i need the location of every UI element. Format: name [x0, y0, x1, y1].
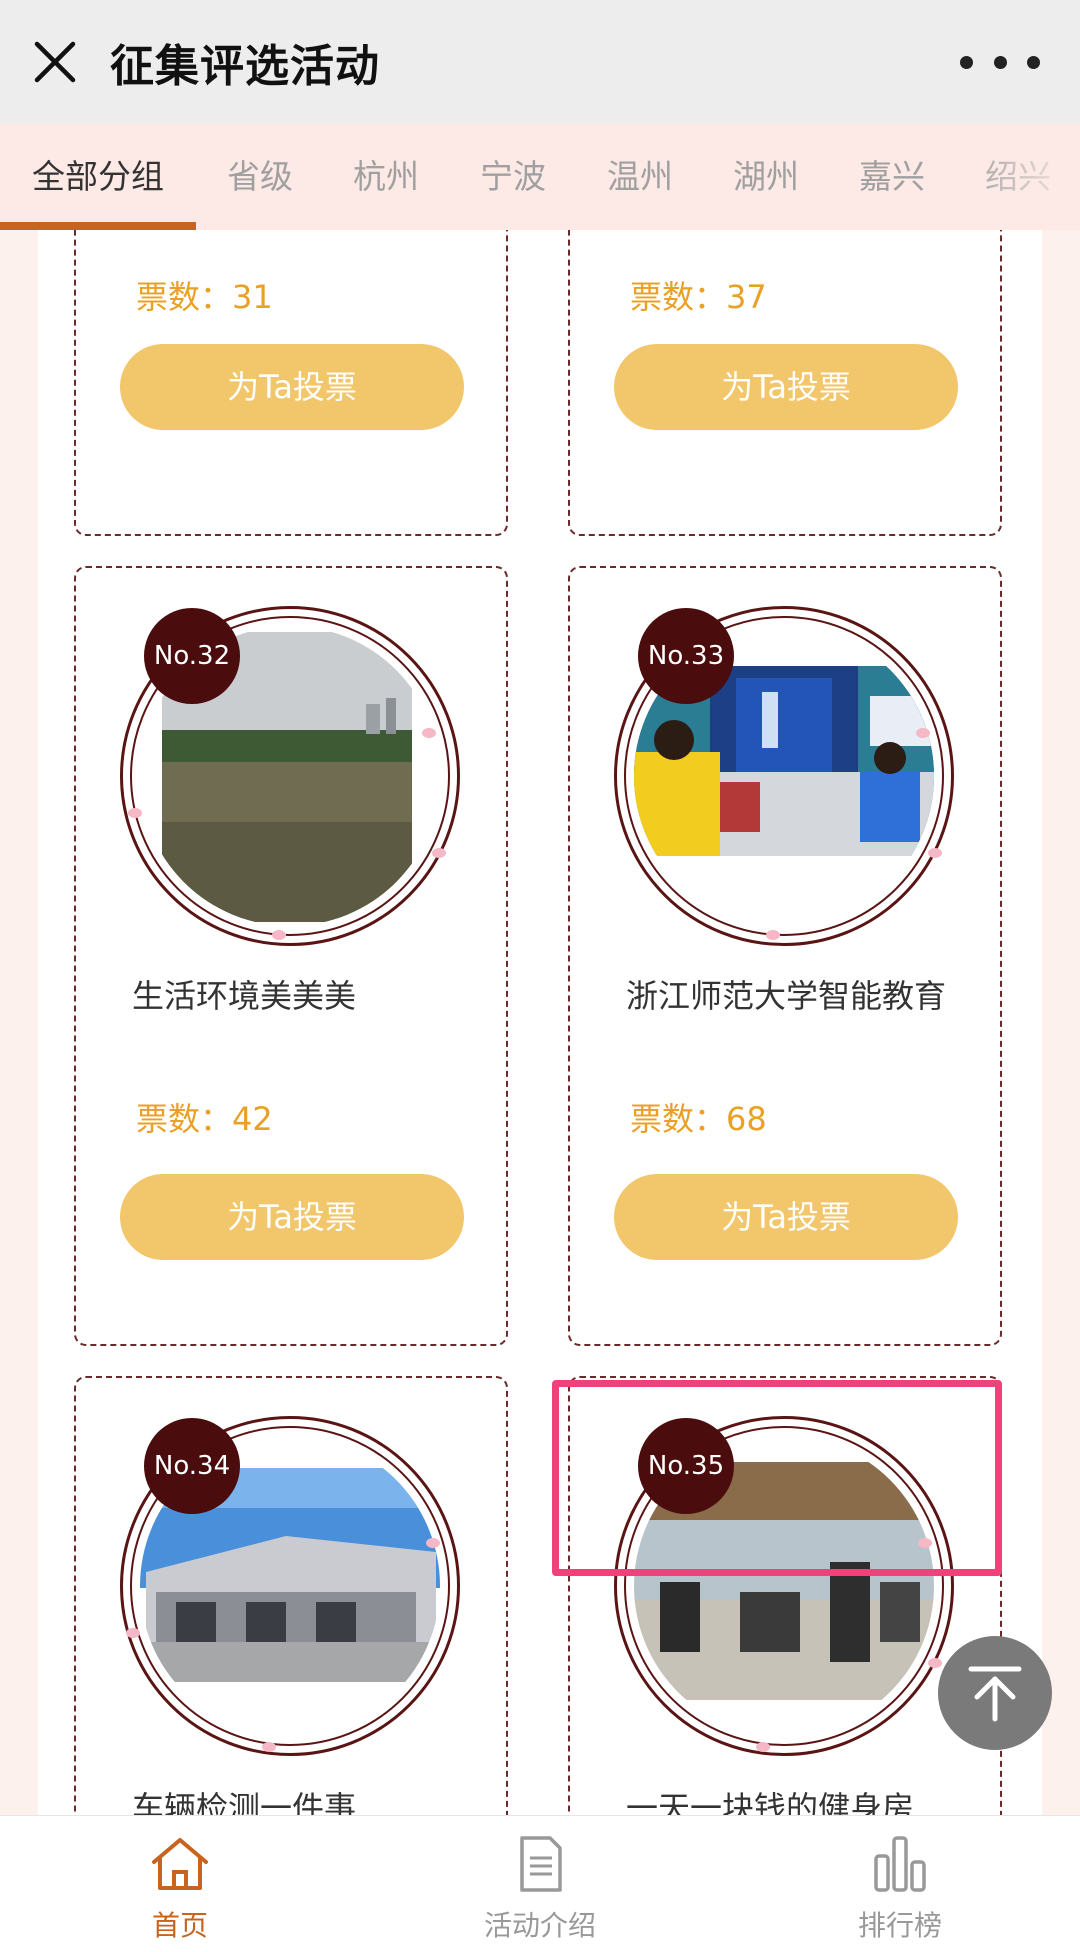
- entry-number-badge: No.35: [638, 1418, 734, 1514]
- entry-photo-frame[interactable]: No.34: [120, 1416, 460, 1756]
- arrow-up-icon: [968, 1666, 1022, 1722]
- entry-name: 浙江师范大学智能教育: [626, 977, 947, 1015]
- entry-card: 票数：37 为Ta投票: [568, 230, 1002, 536]
- entry-card: No.32 生活环境美美美 票数：42 为Ta投票: [74, 566, 508, 1346]
- nav-home[interactable]: 首页: [80, 1816, 280, 1952]
- entry-photo-frame[interactable]: No.32: [120, 606, 460, 946]
- petal-decoration: [918, 1538, 932, 1548]
- petal-decoration: [272, 930, 286, 940]
- tabs-fade: [960, 124, 1080, 230]
- entry-card: No.34 车辆检测一件事: [74, 1376, 508, 1815]
- entry-list[interactable]: 票数：31 为Ta投票 票数：37 为Ta投票 No.32 生活环境美美美 票数…: [0, 230, 1080, 1815]
- page-title: 征集评选活动: [110, 41, 380, 92]
- home-icon: [152, 1838, 208, 1890]
- entry-panel: 票数：31 为Ta投票 票数：37 为Ta投票 No.32 生活环境美美美 票数…: [38, 230, 1042, 1815]
- entry-photo-frame[interactable]: No.33: [614, 606, 954, 946]
- petal-decoration: [756, 1742, 770, 1752]
- nav-activity-intro-label: 活动介绍: [483, 1909, 596, 1942]
- entry-number-badge: No.34: [144, 1418, 240, 1514]
- petal-decoration: [126, 1628, 140, 1638]
- more-icon-dot: [993, 55, 1007, 69]
- scroll-to-top-button[interactable]: [938, 1636, 1052, 1750]
- petal-decoration: [928, 1658, 942, 1668]
- vote-button[interactable]: 为Ta投票: [120, 344, 464, 430]
- highlight-box: [552, 1380, 1002, 1576]
- entry-card: 票数：31 为Ta投票: [74, 230, 508, 536]
- close-button[interactable]: [0, 0, 110, 124]
- group-tabs: 全部分组 省级 杭州 宁波 温州 湖州 嘉兴 绍兴: [0, 124, 1080, 230]
- close-icon: [34, 41, 76, 83]
- entry-name: 一天一块钱的健身房: [626, 1789, 915, 1815]
- entry-name: 生活环境美美美: [132, 977, 357, 1015]
- petal-decoration: [766, 930, 780, 940]
- vote-count: 票数：42: [136, 1100, 273, 1138]
- nav-activity-intro[interactable]: 活动介绍: [440, 1816, 640, 1952]
- petal-decoration: [928, 848, 942, 858]
- vote-count: 票数：37: [630, 278, 767, 316]
- bottom-nav: 首页 活动介绍 排行榜: [0, 1815, 1080, 1952]
- tab-huzhou[interactable]: 湖州: [716, 124, 816, 230]
- tab-provincial[interactable]: 省级: [210, 124, 310, 230]
- vote-count: 票数：31: [136, 278, 273, 316]
- petal-decoration: [432, 848, 446, 858]
- petal-decoration: [422, 728, 436, 738]
- tab-wenzhou[interactable]: 温州: [590, 124, 690, 230]
- more-button[interactable]: [960, 44, 1040, 80]
- petal-decoration: [916, 728, 930, 738]
- vote-button[interactable]: 为Ta投票: [614, 1174, 958, 1260]
- tab-all[interactable]: 全部分组: [0, 124, 196, 230]
- entry-name: 车辆检测一件事: [132, 1789, 357, 1815]
- vote-count: 票数：68: [630, 1100, 767, 1138]
- document-icon: [520, 1836, 562, 1892]
- entry-number-badge: No.33: [638, 608, 734, 704]
- tab-active-indicator: [0, 222, 196, 230]
- entry-card: No.33 浙江师范大学智能教育 票数：68 为Ta投票: [568, 566, 1002, 1346]
- petal-decoration: [426, 1538, 440, 1548]
- bar-chart-icon: [874, 1836, 926, 1892]
- petal-decoration: [262, 1742, 276, 1752]
- vote-button[interactable]: 为Ta投票: [120, 1174, 464, 1260]
- petal-decoration: [128, 808, 142, 818]
- vote-button[interactable]: 为Ta投票: [614, 344, 958, 430]
- tab-jiaxing[interactable]: 嘉兴: [842, 124, 942, 230]
- nav-ranking[interactable]: 排行榜: [800, 1816, 1000, 1952]
- title-bar: 征集评选活动: [0, 0, 1080, 124]
- app-page: 征集评选活动 全部分组 省级 杭州 宁波 温州 湖州 嘉兴 绍兴 票数：31 为…: [0, 0, 1080, 1952]
- more-icon-dot: [960, 55, 973, 69]
- more-icon-dot: [1027, 55, 1040, 69]
- entry-number-badge: No.32: [144, 608, 240, 704]
- nav-home-label: 首页: [151, 1909, 208, 1942]
- nav-ranking-label: 排行榜: [857, 1909, 942, 1942]
- tab-hangzhou[interactable]: 杭州: [336, 124, 436, 230]
- tab-ningbo[interactable]: 宁波: [463, 124, 563, 230]
